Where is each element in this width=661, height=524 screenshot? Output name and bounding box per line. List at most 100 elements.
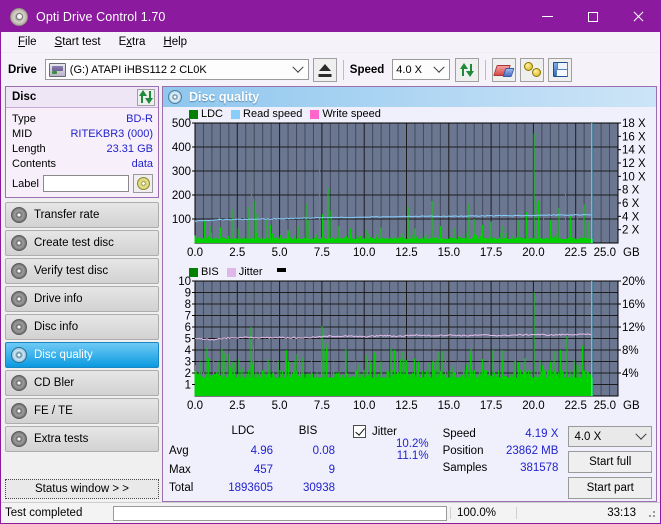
menu-help[interactable]: Help	[154, 34, 196, 50]
legend-label-bis: BIS	[201, 266, 219, 278]
svg-text:14 X: 14 X	[622, 145, 646, 157]
svg-text:9: 9	[185, 288, 191, 300]
svg-text:16 X: 16 X	[622, 131, 646, 143]
disc-panel-title: Disc	[12, 91, 37, 103]
svg-text:18 X: 18 X	[622, 118, 646, 130]
svg-text:10 X: 10 X	[622, 171, 646, 183]
test-speed-value: 4.0 X	[574, 430, 602, 443]
svg-text:8 X: 8 X	[622, 185, 640, 197]
drive-select[interactable]: (G:) ATAPI iHBS112 2 CL0K	[44, 59, 309, 80]
save-button[interactable]	[548, 57, 573, 82]
legend-entry-jitter: Jitter	[226, 266, 263, 278]
sidebar-item-label: Disc info	[34, 321, 79, 333]
speed-stat-value: 4.19 X	[525, 427, 559, 440]
sidebar-item-cd-bler[interactable]: CD Bler	[5, 370, 159, 396]
disc-icon	[11, 291, 27, 307]
jitter-avg-value: 10.2%	[395, 438, 429, 450]
legend-label-ldc: LDC	[201, 108, 224, 120]
svg-text:300: 300	[172, 166, 191, 178]
menu-help-rest: elp	[171, 36, 188, 48]
svg-text:2.5: 2.5	[229, 247, 245, 259]
eject-button[interactable]	[312, 57, 337, 82]
disc-info-list: Type BD-R MID RITEKBR3 (000) Length 23.3…	[6, 108, 158, 197]
menu-extra[interactable]: Extra	[110, 34, 155, 50]
legend-swatch-jitter	[226, 267, 236, 277]
svg-text:5.0: 5.0	[272, 400, 288, 412]
svg-text:0.0: 0.0	[187, 400, 203, 412]
legend-label-read-speed: Read speed	[243, 108, 303, 120]
disc-label-browse-button[interactable]	[133, 174, 153, 193]
sidebar-item-transfer-rate[interactable]: Transfer rate	[5, 202, 159, 228]
window-title: Opti Drive Control 1.70	[36, 9, 166, 24]
legend-label-write-speed: Write speed	[322, 108, 381, 120]
sidebar-item-verify-test-disc[interactable]: Verify test disc	[5, 258, 159, 284]
refresh-icon	[459, 62, 475, 78]
test-speed-select[interactable]: 4.0 X	[568, 426, 652, 447]
svg-text:7: 7	[185, 311, 191, 323]
content-title: Disc quality	[189, 90, 260, 104]
status-window-button[interactable]: Status window > >	[5, 479, 159, 499]
app-disc-icon	[10, 7, 28, 26]
disc-label-input[interactable]	[42, 175, 129, 192]
coins-icon	[523, 62, 541, 77]
samples-value: 381578	[520, 461, 559, 474]
sidebar-nav: Transfer rate Create test disc Verify te…	[5, 202, 159, 452]
stats-row-total-label: Total	[169, 482, 194, 495]
svg-text:8%: 8%	[622, 345, 639, 357]
start-full-button[interactable]: Start full	[568, 451, 652, 473]
toolbar-divider-1	[342, 59, 344, 80]
sidebar-item-extra-tests[interactable]: Extra tests	[5, 426, 159, 452]
stats-row-avg-label: Avg	[169, 444, 189, 457]
disc-length-label: Length	[12, 142, 46, 155]
sidebar-item-drive-info[interactable]: Drive info	[5, 286, 159, 312]
sidebar-item-create-test-disc[interactable]: Create test disc	[5, 230, 159, 256]
stats-avg-ldc: 4.96	[250, 444, 273, 457]
svg-text:25.0: 25.0	[594, 400, 616, 412]
speed-row: Speed 4.19 X	[443, 425, 565, 442]
sidebar-item-label: Drive info	[34, 293, 83, 305]
disc-row-contents: Contents data	[12, 156, 153, 171]
menu-start-test[interactable]: Start test	[46, 34, 110, 50]
app-window: Opti Drive Control 1.70 File Start test …	[0, 0, 661, 524]
start-part-button[interactable]: Start part	[568, 477, 652, 499]
resize-grip-icon[interactable]	[644, 506, 658, 520]
speed-column: Speed 4.19 X Position 23862 MB Samples 3…	[443, 425, 565, 501]
chevron-down-icon	[290, 60, 306, 79]
sidebar-item-label: CD Bler	[34, 377, 75, 389]
svg-text:12.5: 12.5	[395, 247, 417, 259]
jitter-checkbox[interactable]	[353, 425, 366, 438]
charts-area: LDC Read speed Write speed 0.0 2.5 5.0 7.5 1…	[163, 107, 656, 423]
samples-label: Samples	[442, 461, 488, 474]
disc-icon	[11, 235, 27, 251]
disc-refresh-button[interactable]	[137, 88, 155, 106]
svg-text:20.0: 20.0	[522, 400, 544, 412]
maximize-button[interactable]	[570, 1, 615, 32]
disc-icon	[11, 263, 27, 279]
refresh-button[interactable]	[455, 57, 480, 82]
close-button[interactable]	[615, 1, 660, 32]
svg-text:5.0: 5.0	[272, 247, 288, 259]
sidebar-item-fe-te[interactable]: FE / TE	[5, 398, 159, 424]
sidebar-item-label: Transfer rate	[34, 209, 100, 221]
disc-mid-value: RITEKBR3 (000)	[70, 127, 153, 140]
position-row: Position 23862 MB	[443, 442, 565, 459]
status-message: Test completed	[5, 507, 83, 519]
erase-button[interactable]	[492, 57, 517, 82]
svg-text:12.5: 12.5	[395, 400, 417, 412]
disc-type-label: Type	[12, 112, 36, 125]
disc-panel-header: Disc	[6, 87, 158, 108]
chevron-down-icon	[431, 60, 447, 79]
disc-icon	[11, 319, 27, 335]
stats-max-bis: 9	[328, 463, 335, 476]
menu-file[interactable]: File	[9, 34, 46, 50]
speed-select[interactable]: 4.0 X	[392, 59, 451, 80]
sidebar-item-disc-quality[interactable]: Disc quality	[5, 342, 159, 368]
svg-text:0.0: 0.0	[187, 247, 203, 259]
minimize-button[interactable]	[525, 1, 570, 32]
svg-text:6: 6	[185, 322, 191, 334]
sidebar: Disc Type BD-R MID RITEKBR3 (000) Length…	[5, 86, 159, 502]
sidebar-item-disc-info[interactable]: Disc info	[5, 314, 159, 340]
coins-button[interactable]	[520, 57, 545, 82]
toolbar-divider-2	[485, 59, 487, 80]
